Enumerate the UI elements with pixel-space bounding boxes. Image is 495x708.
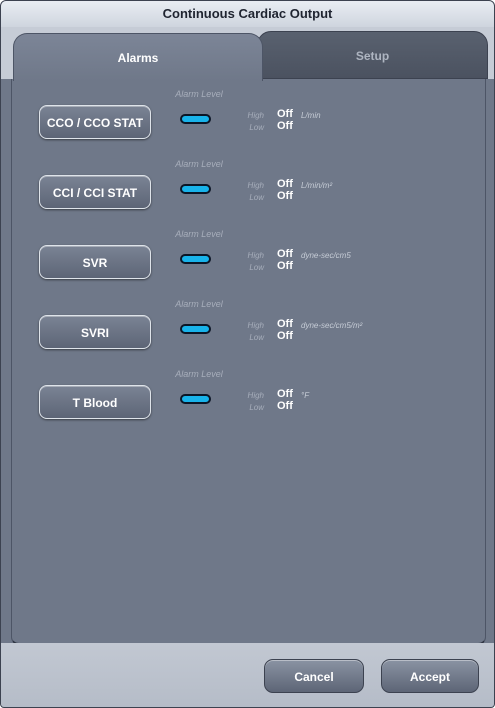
alarm-level-label: Alarm Level	[175, 369, 223, 379]
alarm-level-label: Alarm Level	[175, 299, 223, 309]
alarm-level-indicator[interactable]	[180, 324, 211, 334]
alarm-level-label: Alarm Level	[175, 159, 223, 169]
high-limit-value[interactable]: Off	[277, 388, 293, 400]
alarms-panel: CCO / CCO STAT Alarm Level High Low Off …	[11, 79, 486, 645]
alarm-level-label: Alarm Level	[175, 89, 223, 99]
unit-label: L/min/m²	[301, 181, 333, 190]
alarm-row: SVR Alarm Level High Low Off Off dyne-se…	[12, 227, 485, 287]
alarm-level-indicator[interactable]	[180, 394, 211, 404]
cco-parameter-button[interactable]: CCO / CCO STAT	[39, 105, 151, 139]
low-limit-label: Low	[249, 263, 264, 272]
high-limit-value[interactable]: Off	[277, 178, 293, 190]
high-limit-label: High	[247, 391, 264, 400]
alarm-level-indicator[interactable]	[180, 114, 211, 124]
alarm-level-indicator[interactable]	[180, 254, 211, 264]
unit-label: °F	[301, 391, 310, 400]
low-limit-label: Low	[249, 333, 264, 342]
ccc-dialog: Continuous Cardiac Output Alarms Setup C…	[0, 0, 495, 708]
dialog-footer: Cancel Accept	[1, 643, 494, 707]
low-limit-value[interactable]: Off	[277, 330, 293, 342]
low-limit-label: Low	[249, 123, 264, 132]
accept-button[interactable]: Accept	[381, 659, 479, 693]
svr-parameter-button[interactable]: SVR	[39, 245, 151, 279]
unit-label: dyne-sec/cm5/m²	[301, 321, 363, 330]
low-limit-label: Low	[249, 193, 264, 202]
tab-bar: Alarms Setup	[1, 27, 494, 81]
low-limit-value[interactable]: Off	[277, 400, 293, 412]
alarm-row: CCO / CCO STAT Alarm Level High Low Off …	[12, 87, 485, 147]
alarm-level-label: Alarm Level	[175, 229, 223, 239]
high-limit-value[interactable]: Off	[277, 318, 293, 330]
low-limit-value[interactable]: Off	[277, 260, 293, 272]
high-limit-value[interactable]: Off	[277, 248, 293, 260]
alarm-row: SVRI Alarm Level High Low Off Off dyne-s…	[12, 297, 485, 357]
tab-alarms[interactable]: Alarms	[13, 33, 263, 81]
alarm-row: CCI / CCI STAT Alarm Level High Low Off …	[12, 157, 485, 217]
high-limit-value[interactable]: Off	[277, 108, 293, 120]
cci-parameter-button[interactable]: CCI / CCI STAT	[39, 175, 151, 209]
dialog-title: Continuous Cardiac Output	[1, 1, 494, 28]
high-limit-label: High	[247, 111, 264, 120]
unit-label: dyne-sec/cm5	[301, 251, 351, 260]
tblood-parameter-button[interactable]: T Blood	[39, 385, 151, 419]
cancel-button[interactable]: Cancel	[264, 659, 364, 693]
tab-setup[interactable]: Setup	[257, 31, 488, 79]
low-limit-value[interactable]: Off	[277, 190, 293, 202]
unit-label: L/min	[301, 111, 321, 120]
alarm-level-indicator[interactable]	[180, 184, 211, 194]
high-limit-label: High	[247, 251, 264, 260]
high-limit-label: High	[247, 181, 264, 190]
high-limit-label: High	[247, 321, 264, 330]
svri-parameter-button[interactable]: SVRI	[39, 315, 151, 349]
low-limit-value[interactable]: Off	[277, 120, 293, 132]
low-limit-label: Low	[249, 403, 264, 412]
alarm-row: T Blood Alarm Level High Low Off Off °F	[12, 367, 485, 427]
